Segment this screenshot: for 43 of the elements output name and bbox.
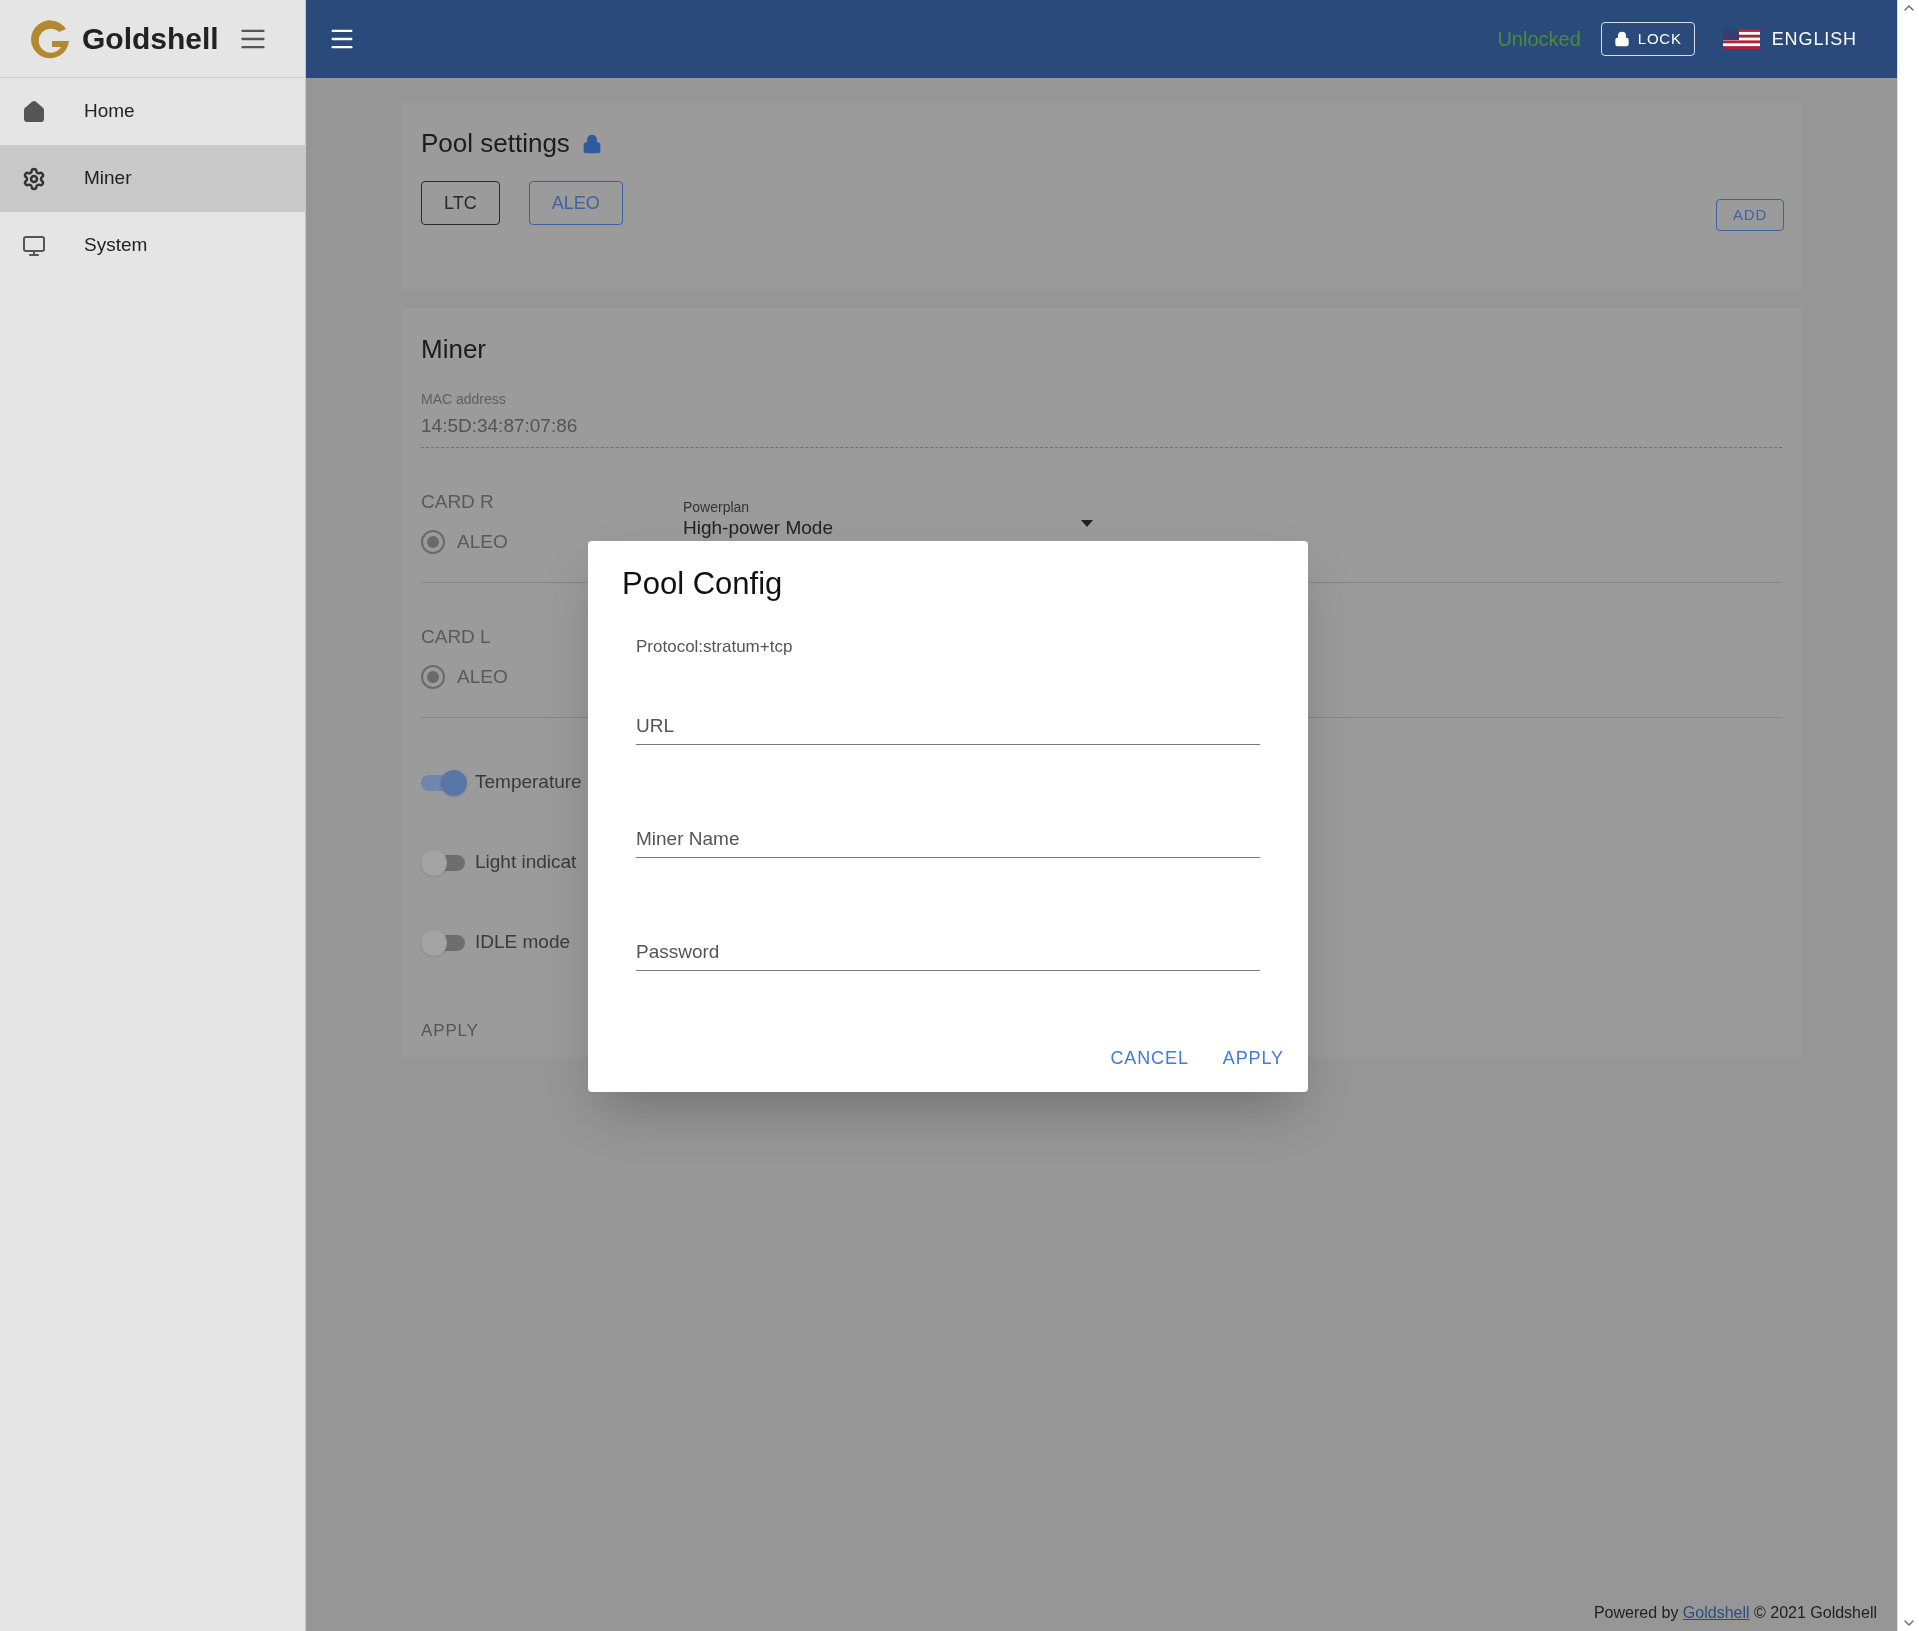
sidebar-item[interactable]: System [0, 212, 305, 279]
powerplan-select[interactable]: Powerplan High-power Mode [683, 497, 1103, 540]
toggle-switch[interactable] [421, 849, 467, 876]
radio-button[interactable] [421, 665, 445, 690]
home-icon [22, 99, 46, 124]
radio-option[interactable]: ALEO [421, 663, 508, 692]
switch-label: IDLE mode [475, 930, 571, 955]
sidebar-item[interactable]: Miner [0, 145, 305, 212]
toggle-switch[interactable] [421, 929, 467, 956]
apply-button[interactable]: APPLY [421, 1017, 479, 1043]
footer-text: Powered by Goldshell © 2021 Goldshell [1593, 1603, 1877, 1623]
card-label: CARD L [421, 624, 491, 649]
text-field[interactable]: Miner Name [636, 820, 1260, 858]
field-label: MAC address [421, 390, 507, 409]
goldshell-link[interactable]: Goldshell [1682, 1604, 1750, 1621]
sidebar-item[interactable]: Home [0, 78, 305, 145]
text-field[interactable]: URL [636, 707, 1260, 745]
dialog-button[interactable]: APPLY [1218, 1041, 1288, 1076]
switch-label: Light indicat [475, 850, 577, 875]
dialog-button[interactable]: CANCEL [1106, 1041, 1193, 1076]
dialog-title: Pool Config [622, 565, 784, 603]
switch-label: Temperature [475, 770, 582, 795]
radio-button[interactable] [421, 530, 445, 555]
card-title: Miner [421, 333, 487, 366]
lock-status: Unlocked [1497, 27, 1581, 52]
toggle-switch[interactable] [421, 769, 467, 796]
card-title: Pool settings [421, 127, 570, 160]
add-button[interactable]: ADD [1716, 199, 1784, 231]
text-field[interactable]: Password [636, 933, 1260, 971]
language-button[interactable]: ENGLISH [1722, 25, 1857, 53]
monitor-icon [22, 233, 46, 258]
gear-icon [22, 166, 46, 191]
lock-button[interactable]: LOCK [1600, 22, 1695, 56]
pool-tab[interactable]: LTC [421, 181, 500, 225]
dropdown-caret-icon [1081, 519, 1093, 527]
lock-icon [1613, 31, 1630, 47]
card-label: CARD R [421, 489, 494, 514]
brand-name: Goldshell [82, 21, 219, 57]
protocol-text: Protocol:stratum+tcp [636, 635, 794, 658]
mac-address-value: 14:5D:34:87:07:86 [421, 414, 579, 438]
us-flag-icon [1722, 29, 1760, 49]
radio-option[interactable]: ALEO [421, 528, 508, 557]
pool-tab[interactable]: ALEO [528, 181, 623, 225]
